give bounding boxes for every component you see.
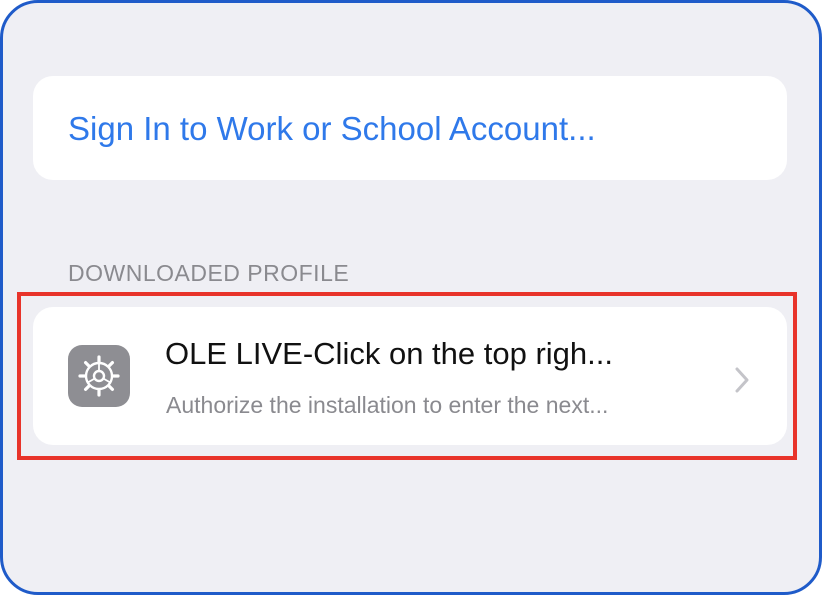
downloaded-profile-section-header: DOWNLOADED PROFILE	[68, 260, 350, 286]
sign-in-work-school-account-link[interactable]: Sign In to Work or School Account...	[68, 110, 596, 148]
profile-title: OLE LIVE-Click on the top righ...	[165, 336, 613, 371]
settings-gear-icon	[68, 345, 130, 407]
profile-subtitle: Authorize the installation to enter the …	[166, 392, 609, 418]
settings-screen: Sign In to Work or School Account... DOW…	[0, 0, 822, 595]
downloaded-profile-row[interactable]: OLE LIVE-Click on the top righ... Author…	[33, 307, 787, 445]
sign-in-card: Sign In to Work or School Account...	[33, 76, 787, 180]
chevron-right-icon	[733, 366, 751, 399]
